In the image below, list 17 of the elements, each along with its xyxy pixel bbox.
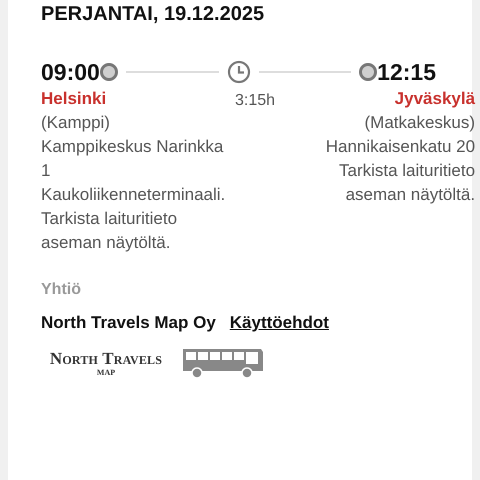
stop-dot-icon — [100, 63, 118, 81]
stop-dot-icon — [359, 63, 378, 81]
trip-date: PERJANTAI, 19.12.2025 — [41, 2, 266, 26]
clock-icon — [226, 60, 250, 84]
trip-duration: 3:15h — [235, 92, 276, 109]
departure-city: Helsinki — [41, 88, 106, 110]
terms-link[interactable]: Käyttöehdot — [230, 313, 329, 333]
departure-address: Kamppikeskus Narinkka 1 Kaukoliikenneterminaali. Tarkista laituritieto aseman näytöltä. — [41, 136, 226, 254]
arrival-station: (Matkakeskus) — [364, 112, 476, 134]
arrival-time: 12:15 — [377, 58, 436, 86]
arrival-city: Jyväskylä — [394, 88, 476, 110]
departure-station: (Kamppi) — [41, 112, 110, 134]
company-label: Yhtiö — [41, 281, 82, 299]
departure-time: 09:00 — [41, 58, 100, 86]
company-name: North Travels Map Oy — [41, 313, 216, 333]
arrival-address: Hannikaisenkatu 20 Tarkista laituritieto aseman näytöltä. — [324, 136, 476, 206]
company-logo: North Travels MAP — [48, 350, 164, 376]
